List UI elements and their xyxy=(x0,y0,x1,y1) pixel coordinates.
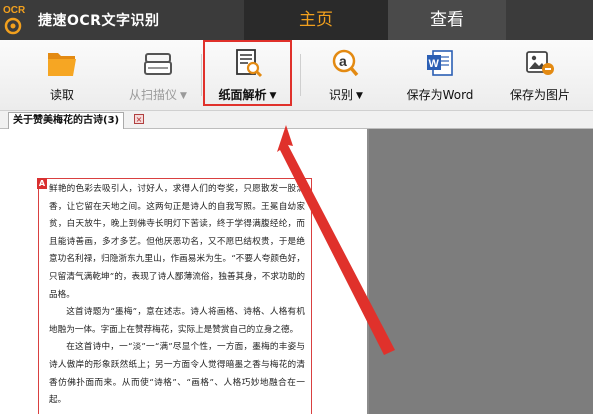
arrow-shape xyxy=(277,125,395,355)
annotation-arrow xyxy=(277,125,395,355)
